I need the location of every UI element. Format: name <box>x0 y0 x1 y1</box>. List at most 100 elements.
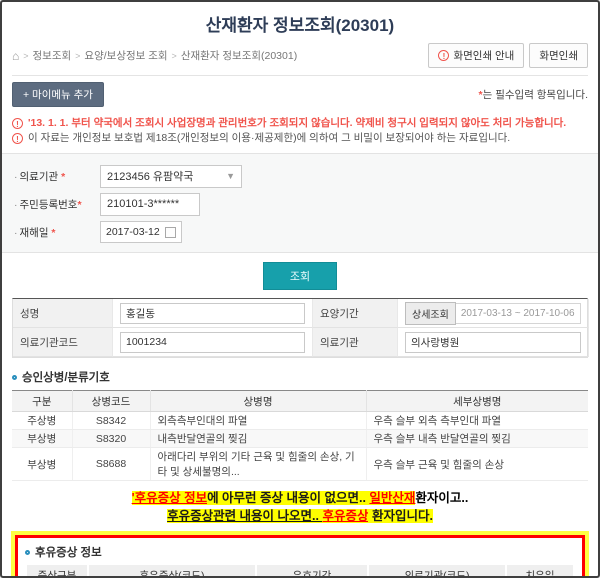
breadcrumb-item-info[interactable]: 정보조회 <box>33 48 72 63</box>
print-guide-label: 화면인쇄 안내 <box>453 48 514 63</box>
notice-pharmacy-text: '13. 1. 1. 부터 약국에서 조회시 사업장명과 관리번호가 조회되지 … <box>28 116 566 131</box>
breadcrumb-item-current: 산재환자 정보조회(20301) <box>181 48 297 63</box>
annotation-part: 후유증상 <box>322 509 368 523</box>
cell-disease-detail: 우측 슬부 외측 측부인대 파열 <box>366 412 588 430</box>
breadcrumb-separator: > <box>75 51 80 61</box>
annotation-line-1: '후유증상 정보에 아무런 증상 내용이 없으면.. 일반산재환자이고.. <box>12 489 588 507</box>
notice-pharmacy: ! '13. 1. 1. 부터 약국에서 조회시 사업장명과 관리번호가 조회되… <box>12 116 588 131</box>
col-disease-name: 상병명 <box>150 391 366 412</box>
org-name-input[interactable] <box>405 332 581 353</box>
care-period-cell: 상세조회 <box>398 299 589 328</box>
org-name-label: 의료기관 <box>313 328 398 357</box>
form-row-medical-org: ·의료기관 * 2123456 유팜약국 ▼ <box>14 162 586 190</box>
detail-search-button[interactable]: 상세조회 <box>405 302 456 325</box>
add-mymenu-button[interactable]: + 마이메뉴 추가 <box>12 82 104 107</box>
col-org-code: 의료기관(코드) <box>368 564 506 578</box>
accident-date-label: ·재해일 * <box>14 225 100 240</box>
section-bullet-icon <box>25 550 30 555</box>
aftereffect-highlight-box: 후유증상 정보 증상구분 후유증상(코드) 유효기간 의료기관(코드) 치유일 … <box>15 535 585 578</box>
cell-disease-name: 아래다리 부위의 기타 근육 및 힘줄의 손상, 기타 및 상세불명의... <box>150 448 366 481</box>
col-symptom-category: 증상구분 <box>26 564 88 578</box>
annotation-line-2: 후유증상관련 내용이 나오면.. 후유증상 환자입니다. <box>12 507 588 525</box>
approval-table: 구분 상병코드 상병명 세부상병명 주상병 S8342 외측측부인대의 파열 우… <box>12 390 588 481</box>
aftereffect-header-row: 증상구분 후유증상(코드) 유효기간 의료기관(코드) 치유일 <box>26 564 574 578</box>
name-label: 성명 <box>13 299 113 328</box>
medical-org-select[interactable]: 2123456 유팜약국 ▼ <box>100 165 242 188</box>
annotation-part: 에 아무런 증상 내용이 없으면.. <box>207 491 369 505</box>
annotation-part: 환자이고.. <box>415 491 468 505</box>
alert-circle-icon: ! <box>12 118 23 129</box>
notices: ! '13. 1. 1. 부터 약국에서 조회시 사업장명과 관리번호가 조회되… <box>12 116 588 146</box>
alert-circle-icon: ! <box>12 133 23 144</box>
calendar-icon[interactable] <box>165 227 176 238</box>
cell-category: 부상병 <box>12 430 72 448</box>
annotation-part: 일반산재 <box>369 491 415 505</box>
header-row: ⌂ > 정보조회 > 요양/보상정보 조회 > 산재환자 정보조회(20301)… <box>12 43 588 76</box>
org-code-cell <box>113 328 313 357</box>
annotation-part: 환자입니다. <box>368 509 432 523</box>
alert-circle-icon: ! <box>438 50 449 61</box>
breadcrumb-separator: > <box>172 51 177 61</box>
annotation: '후유증상 정보에 아무런 증상 내용이 없으면.. 일반산재환자이고.. 후유… <box>12 489 588 525</box>
col-symptom-code: 후유증상(코드) <box>88 564 256 578</box>
print-label: 화면인쇄 <box>539 48 578 63</box>
approval-section-title-text: 승인상병/분류기호 <box>22 369 110 385</box>
header-actions: ! 화면인쇄 안내 화면인쇄 <box>428 43 588 68</box>
approval-section-title: 승인상병/분류기호 <box>12 369 588 385</box>
org-code-label: 의료기관코드 <box>13 328 113 357</box>
col-disease-detail: 세부상병명 <box>366 391 588 412</box>
search-button[interactable]: 조회 <box>263 262 337 290</box>
print-guide-button[interactable]: ! 화면인쇄 안내 <box>428 43 524 68</box>
rrn-label: ·주민등록번호* <box>14 197 100 212</box>
medical-org-label: ·의료기관 * <box>14 169 100 184</box>
section-bullet-icon <box>12 375 17 380</box>
org-code-input[interactable] <box>120 332 305 353</box>
result-grid: 성명 요양기간 상세조회 의료기관코드 의료기관 <box>12 298 588 358</box>
print-button[interactable]: 화면인쇄 <box>529 43 588 68</box>
cell-disease-name: 외측측부인대의 파열 <box>150 412 366 430</box>
table-row: 주상병 S8342 외측측부인대의 파열 우측 슬부 외측 측부인대 파열 <box>12 412 588 430</box>
accident-date-input[interactable]: 2017-03-12 <box>100 221 182 243</box>
col-cure-date: 치유일 <box>506 564 574 578</box>
aftereffect-table: 증상구분 후유증상(코드) 유효기간 의료기관(코드) 치유일 단위기간(연장)… <box>25 563 575 578</box>
cell-disease-code: S8688 <box>72 448 150 481</box>
org-name-cell <box>398 328 589 357</box>
search-form: ·의료기관 * 2123456 유팜약국 ▼ ·주민등록번호* ·재해일 * 2… <box>2 153 598 253</box>
col-disease-code: 상병코드 <box>72 391 150 412</box>
breadcrumb-separator: > <box>23 51 28 61</box>
rrn-input[interactable] <box>100 193 200 216</box>
name-cell <box>113 299 313 328</box>
cell-disease-detail: 우측 슬부 내측 반달연골의 찢김 <box>366 430 588 448</box>
col-category: 구분 <box>12 391 72 412</box>
required-note-text: 는 필수입력 항목입니다. <box>483 89 588 101</box>
page-title: 산재환자 정보조회(20301) <box>12 8 588 36</box>
medical-org-selected-value: 2123456 유팜약국 <box>107 168 193 184</box>
home-icon[interactable]: ⌂ <box>12 51 19 61</box>
table-row: 부상병 S8320 내측반달연골의 찢김 우측 슬부 내측 반달연골의 찢김 <box>12 430 588 448</box>
mymenu-row: + 마이메뉴 추가 *는 필수입력 항목입니다. <box>12 82 588 107</box>
cell-disease-detail: 우측 슬부 근육 및 힘줄의 손상 <box>366 448 588 481</box>
table-row: 부상병 S8688 아래다리 부위의 기타 근육 및 힘줄의 손상, 기타 및 … <box>12 448 588 481</box>
accident-date-value: 2017-03-12 <box>106 226 160 238</box>
annotation-part: 후유증상관련 내용이 나오면.. <box>167 509 322 523</box>
cell-category: 부상병 <box>12 448 72 481</box>
form-row-accident-date: ·재해일 * 2017-03-12 <box>14 218 586 246</box>
breadcrumb: ⌂ > 정보조회 > 요양/보상정보 조회 > 산재환자 정보조회(20301) <box>12 48 297 63</box>
approval-header-row: 구분 상병코드 상병명 세부상병명 <box>12 391 588 412</box>
cell-disease-code: S8320 <box>72 430 150 448</box>
aftereffect-section-title-text: 후유증상 정보 <box>35 544 102 560</box>
submit-row: 조회 <box>12 262 588 290</box>
chevron-down-icon: ▼ <box>226 171 235 181</box>
cell-disease-name: 내측반달연골의 찢김 <box>150 430 366 448</box>
form-row-rrn: ·주민등록번호* <box>14 190 586 218</box>
notice-privacy-text: 이 자료는 개인정보 보호법 제18조(개인정보의 이용·제공제한)에 의하여 … <box>28 131 510 146</box>
breadcrumb-item-care-info[interactable]: 요양/보상정보 조회 <box>84 48 167 63</box>
care-period-input[interactable] <box>456 303 581 324</box>
care-period-label: 요양기간 <box>313 299 398 328</box>
notice-privacy: ! 이 자료는 개인정보 보호법 제18조(개인정보의 이용·제공제한)에 의하… <box>12 131 588 146</box>
name-input[interactable] <box>120 303 305 324</box>
cell-disease-code: S8342 <box>72 412 150 430</box>
annotation-part: '후유증상 정보 <box>132 491 207 505</box>
col-valid-period: 유효기간 <box>256 564 368 578</box>
aftereffect-section-title: 후유증상 정보 <box>25 544 575 560</box>
